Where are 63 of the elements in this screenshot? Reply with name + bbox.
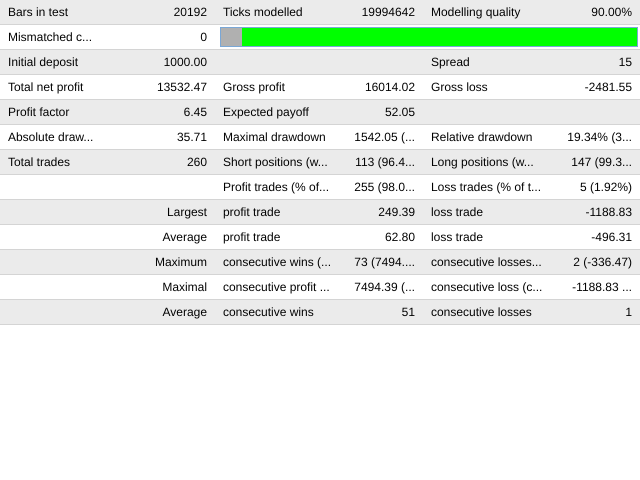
value-text: 35.71 xyxy=(176,129,207,146)
label-text: Ticks modelled xyxy=(223,4,303,21)
value-text: 260 xyxy=(186,154,207,171)
value-text: 6.45 xyxy=(184,104,207,121)
value-text: 19994642 xyxy=(362,4,415,21)
label-text: consecutive losses... xyxy=(431,254,542,271)
value-text: 15 xyxy=(618,54,632,71)
value-text: Maximal xyxy=(162,279,207,296)
value-text: 52.05 xyxy=(384,104,415,121)
value-text: -496.31 xyxy=(591,229,632,246)
value-text: 5 (1.92%) xyxy=(580,179,632,196)
label-text: loss trade xyxy=(431,229,484,246)
label-text: profit trade xyxy=(223,229,280,246)
value-text: 73 (7494.... xyxy=(354,254,415,271)
label-text: profit trade xyxy=(223,204,280,221)
label-text: Long positions (w... xyxy=(431,154,534,171)
label-text: Expected payoff xyxy=(223,104,309,121)
label-text: consecutive wins xyxy=(223,304,314,321)
label-text: Gross loss xyxy=(431,79,488,96)
label-text: Bars in test xyxy=(8,4,68,21)
value-text: 20192 xyxy=(174,4,207,21)
value-text: 147 (99.3... xyxy=(571,154,632,171)
label-text: loss trade xyxy=(431,204,484,221)
value-text: 62.80 xyxy=(384,229,415,246)
value-text: 1000.00 xyxy=(164,54,207,71)
label-text: Gross profit xyxy=(223,79,286,96)
label-text: Relative drawdown xyxy=(431,129,532,146)
value-text: 255 (98.0... xyxy=(354,179,415,196)
value-text: -2481.55 xyxy=(584,79,632,96)
label-text: consecutive wins (... xyxy=(223,254,332,271)
value-text: 51 xyxy=(402,304,415,321)
value-text: 19.34% (3... xyxy=(567,129,632,146)
value-text: Maximum xyxy=(154,254,207,271)
value-text: 2 (-336.47) xyxy=(573,254,632,271)
value-text: -1188.83 ... xyxy=(572,279,632,296)
value-text: Average xyxy=(162,304,207,321)
value-text: 16014.02 xyxy=(364,79,415,96)
value-text: 249.39 xyxy=(378,204,415,221)
value-text: 0 xyxy=(200,29,207,46)
label-text: Absolute draw... xyxy=(8,129,94,146)
value-text: 7494.39 (... xyxy=(354,279,415,296)
label-text: Mismatched c... xyxy=(8,29,92,46)
value-text: 90.00% xyxy=(591,4,632,21)
label-text: consecutive loss (c... xyxy=(431,279,542,296)
label-text: Profit factor xyxy=(8,104,70,121)
value-text: 1542.05 (... xyxy=(354,129,415,146)
value-text: Largest xyxy=(166,204,207,221)
value-text: 1 xyxy=(625,304,632,321)
label-text: Loss trades (% of t... xyxy=(431,179,542,196)
value-text: -1188.83 xyxy=(586,204,632,221)
label-text: Total trades xyxy=(8,154,70,171)
label-text: Total net profit xyxy=(8,79,84,96)
label-text: consecutive profit ... xyxy=(223,279,330,296)
label-text: consecutive losses xyxy=(431,304,532,321)
label-text: Maximal drawdown xyxy=(223,129,326,146)
label-text: Short positions (w... xyxy=(223,154,328,171)
value-text: 13532.47 xyxy=(156,79,207,96)
label-text: Modelling quality xyxy=(431,4,520,21)
label-text: Spread xyxy=(431,54,470,71)
label-text: Initial deposit xyxy=(8,54,78,71)
value-text: Average xyxy=(162,229,207,246)
label-text: Profit trades (% of... xyxy=(223,179,330,196)
value-text: 113 (96.4... xyxy=(355,154,415,171)
